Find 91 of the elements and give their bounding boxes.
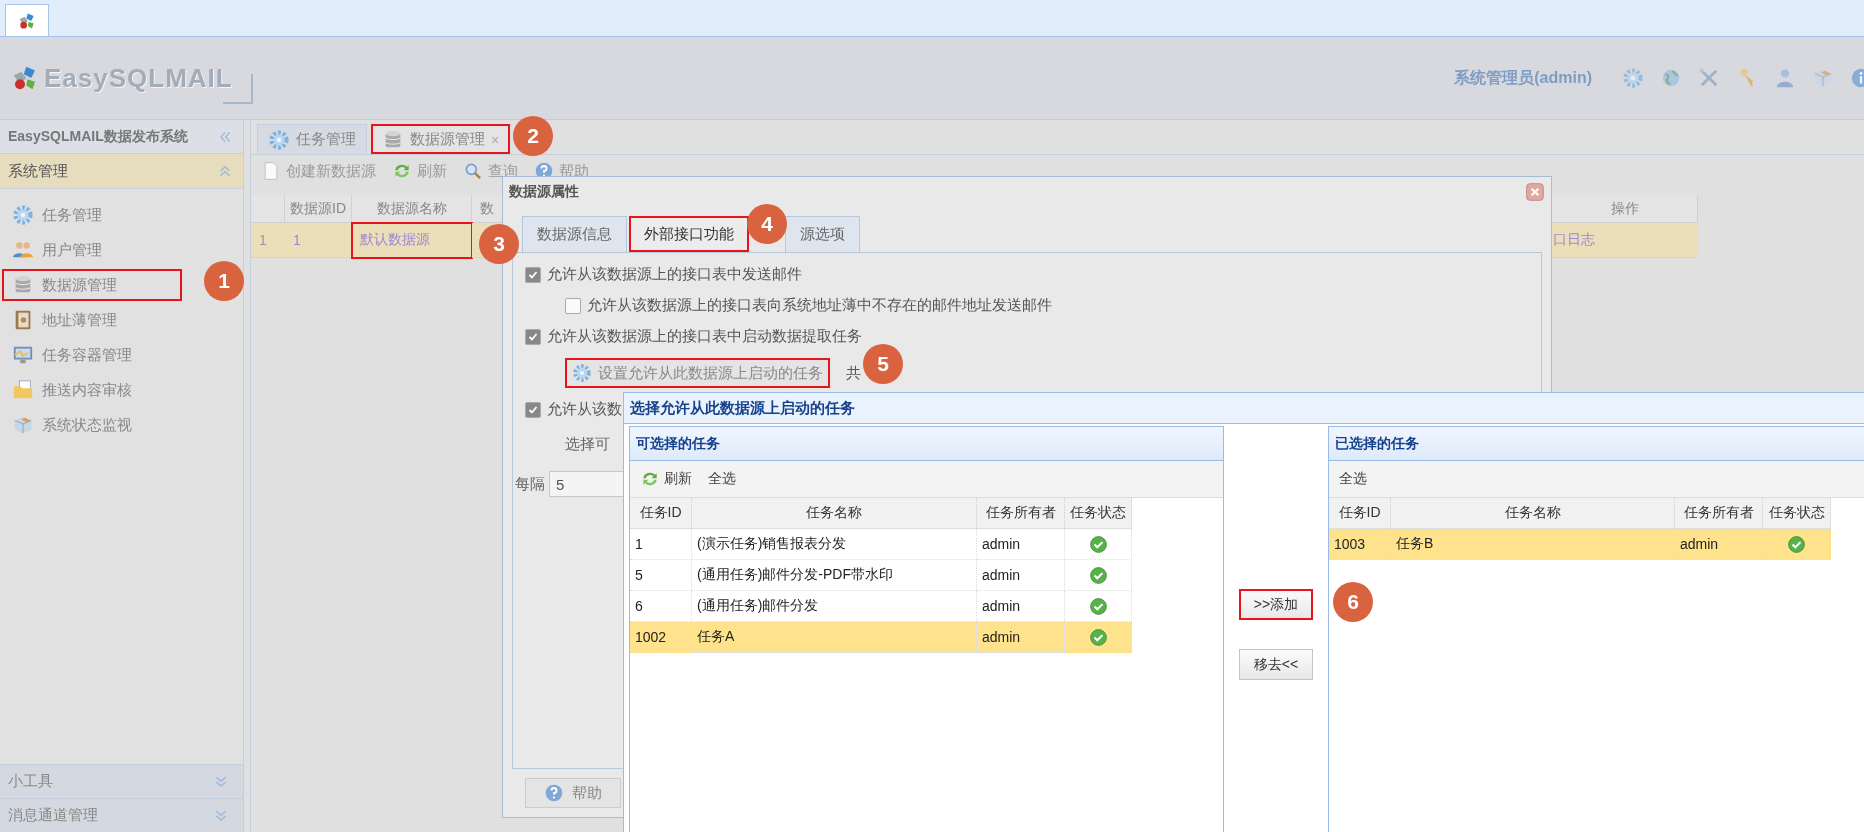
help-icon bbox=[544, 783, 564, 803]
option-label: 允许从该数据源上的接口表中启动数据提取任务 bbox=[547, 327, 862, 346]
check-icon bbox=[1088, 627, 1108, 647]
check-icon bbox=[1787, 534, 1806, 554]
toolbar-button[interactable]: 刷新 bbox=[392, 161, 447, 181]
row-number: 1 bbox=[251, 223, 285, 258]
globe-icon bbox=[1660, 67, 1682, 89]
table-cell: 1002 bbox=[630, 622, 692, 653]
sidebar-item[interactable]: 任务容器管理 bbox=[2, 339, 182, 371]
checkbox[interactable] bbox=[525, 266, 541, 283]
count-text: 共 bbox=[846, 363, 861, 383]
app-title: EasySQLMAIL数据发布系统 bbox=[8, 127, 188, 146]
person-icon bbox=[1774, 67, 1796, 89]
table-cell: 任务A bbox=[692, 622, 977, 653]
panel-title: 可选择的任务 bbox=[630, 427, 1223, 461]
table-cell: admin bbox=[977, 622, 1065, 653]
select-all-button[interactable]: 全选 bbox=[708, 470, 736, 488]
column-header[interactable]: 任务状态 bbox=[1763, 498, 1831, 529]
search-icon bbox=[463, 161, 483, 181]
column-header[interactable]: 数据源名称 bbox=[352, 195, 472, 223]
box-icon bbox=[12, 414, 34, 436]
check-icon bbox=[1088, 596, 1108, 616]
user-name: 系统管理员(admin) bbox=[1454, 67, 1592, 88]
close-icon bbox=[1525, 182, 1545, 202]
column-header[interactable]: 任务状态 bbox=[1065, 498, 1132, 529]
tab[interactable]: 源选项 bbox=[785, 216, 860, 252]
dialog-title: 数据源属性 bbox=[509, 183, 579, 201]
check-icon bbox=[1088, 565, 1108, 585]
dialog-title: 选择允许从此数据源上启动的任务 bbox=[630, 398, 855, 418]
help-button[interactable]: 帮助 bbox=[525, 778, 621, 808]
table-cell: (演示任务)销售报表分发 bbox=[692, 529, 977, 560]
table-cell: admin bbox=[977, 560, 1065, 591]
option-label: 允许从该数据源上的接口表向系统地址薄中不存在的邮件地址发送邮件 bbox=[587, 296, 1052, 315]
table-cell: 1 bbox=[630, 529, 692, 560]
sidebar-item[interactable]: 任务管理 bbox=[2, 199, 182, 231]
column-header[interactable]: 任务ID bbox=[630, 498, 692, 529]
column-header[interactable]: 数据源ID bbox=[285, 195, 352, 223]
gear-icon bbox=[268, 128, 290, 151]
tab[interactable]: 数据源信息 bbox=[522, 216, 627, 252]
link[interactable]: 口日志 bbox=[1552, 223, 1698, 258]
option-label: 允许从该数据源上的接口表中发送邮件 bbox=[547, 265, 802, 284]
link[interactable]: 默认数据源 bbox=[352, 223, 472, 258]
monitor-icon bbox=[12, 344, 34, 366]
column-header[interactable]: 操作 bbox=[1552, 195, 1698, 223]
gear-icon bbox=[572, 363, 592, 383]
checkmark-icon bbox=[528, 404, 538, 415]
checkbox[interactable] bbox=[565, 297, 581, 314]
option-label: 选择可 bbox=[565, 434, 610, 454]
table-cell: 1 bbox=[285, 223, 352, 258]
panel-title: 已选择的任务 bbox=[1329, 427, 1864, 461]
close-icon[interactable]: × bbox=[491, 131, 500, 148]
folder-icon bbox=[12, 379, 34, 401]
sidebar-item[interactable]: 系统状态监视 bbox=[2, 409, 182, 441]
gear-icon bbox=[1622, 67, 1644, 89]
checkmark-icon bbox=[528, 331, 538, 342]
checkbox[interactable] bbox=[525, 328, 541, 345]
sidebar-item[interactable]: 用户管理 bbox=[2, 234, 182, 266]
column-header[interactable]: 任务名称 bbox=[692, 498, 977, 529]
table-cell: admin bbox=[1675, 529, 1763, 560]
column-header[interactable]: 任务所有者 bbox=[977, 498, 1065, 529]
sidebar-item[interactable]: 推送内容审核 bbox=[2, 374, 182, 406]
table-cell: 任务B bbox=[1391, 529, 1675, 560]
table-cell: 1003 bbox=[1329, 529, 1391, 560]
tab[interactable]: 外部接口功能 bbox=[629, 216, 749, 252]
tab[interactable]: 数据源管理 × bbox=[371, 124, 511, 154]
check-icon bbox=[1088, 534, 1108, 554]
tools-icon bbox=[1698, 67, 1720, 89]
box-icon bbox=[1812, 67, 1834, 89]
column-header[interactable]: 任务名称 bbox=[1391, 498, 1675, 529]
table-cell: admin bbox=[977, 529, 1065, 560]
section-title[interactable]: 小工具 bbox=[8, 772, 53, 791]
sidebar-item[interactable]: 数据源管理 bbox=[2, 269, 182, 301]
browser-tab[interactable] bbox=[5, 4, 49, 36]
add-button[interactable]: >>添加 bbox=[1239, 589, 1313, 620]
gear-icon bbox=[12, 204, 34, 226]
set-tasks-button[interactable]: 设置允许从此数据源上启动的任务 bbox=[565, 358, 830, 388]
field-label: 每隔 bbox=[515, 474, 545, 494]
column-header[interactable]: 任务所有者 bbox=[1675, 498, 1763, 529]
toolbar-button[interactable]: 创建新数据源 bbox=[261, 161, 376, 181]
table-cell: (通用任务)邮件分发-PDF带水印 bbox=[692, 560, 977, 591]
remove-button[interactable]: 移去<< bbox=[1239, 649, 1313, 680]
tab[interactable]: 任务管理 bbox=[257, 124, 367, 154]
select-all-button[interactable]: 全选 bbox=[1339, 470, 1367, 488]
option-label: 允许从该数 bbox=[547, 400, 622, 419]
section-title[interactable]: 系统管理 bbox=[8, 161, 68, 181]
column-header[interactable]: 任务ID bbox=[1329, 498, 1391, 529]
table-cell: 5 bbox=[630, 560, 692, 591]
sidebar-item[interactable]: 地址薄管理 bbox=[2, 304, 182, 336]
checkmark-icon bbox=[528, 269, 538, 280]
close-button[interactable] bbox=[1525, 182, 1545, 202]
checkbox[interactable] bbox=[525, 401, 541, 418]
